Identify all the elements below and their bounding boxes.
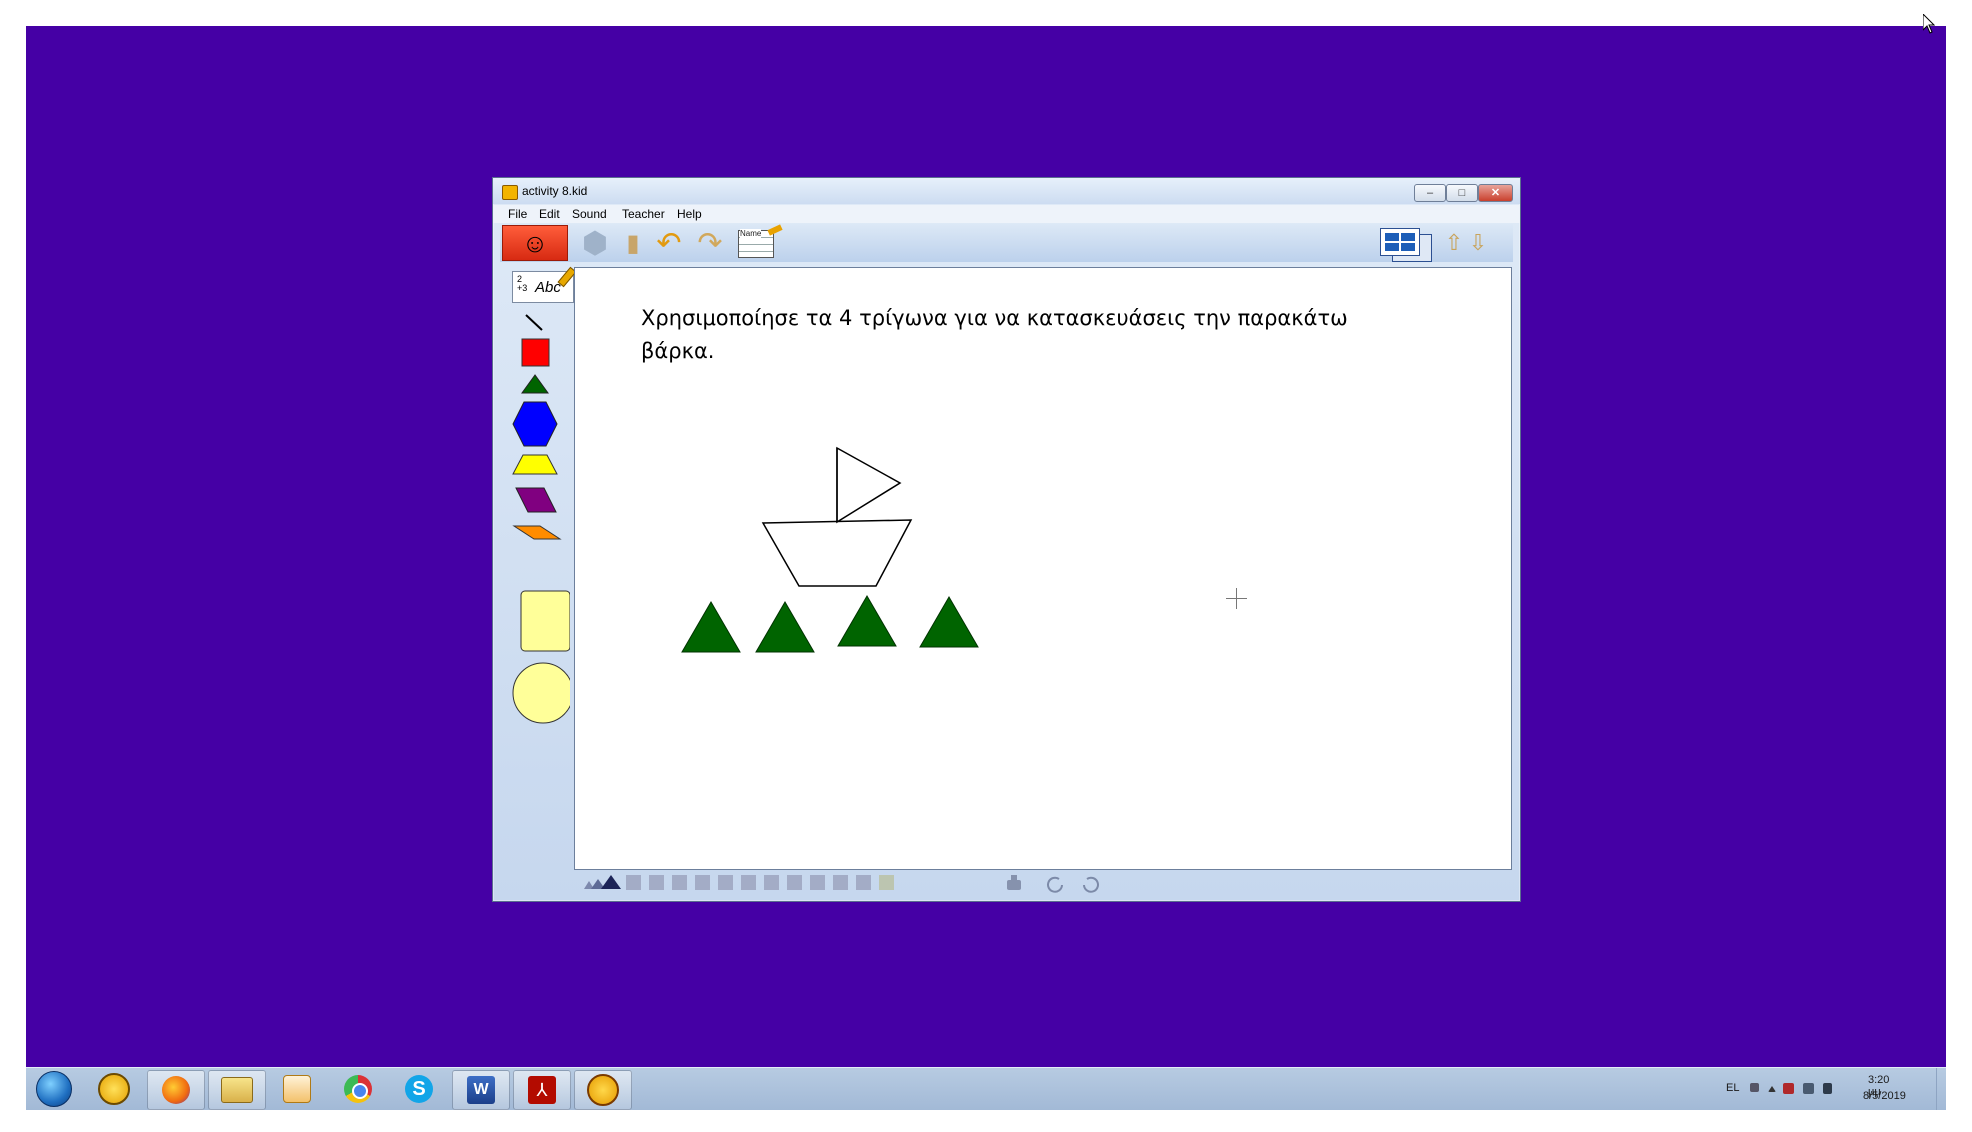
app-icon[interactable] [86, 1070, 142, 1108]
color-swatch[interactable] [856, 875, 871, 890]
color-swatch[interactable] [626, 875, 641, 890]
eraser-icon[interactable]: ▮ [622, 226, 644, 260]
keyboard-icon[interactable] [1750, 1083, 1759, 1092]
boat-hull [761, 519, 913, 587]
minimize-button[interactable]: – [1414, 184, 1446, 202]
show-desktop-button[interactable] [1936, 1068, 1947, 1110]
firefox-icon[interactable] [147, 1070, 205, 1110]
bottom-options [584, 875, 1099, 893]
color-swatch[interactable] [810, 875, 825, 890]
skype-icon[interactable]: S [391, 1070, 447, 1108]
palette-shapes [512, 314, 570, 724]
boat-sail [836, 446, 902, 524]
kid-pix-logo-icon[interactable]: ☺ [502, 225, 568, 261]
pattern-swatch[interactable] [879, 875, 894, 890]
rhombus-shape-tool[interactable] [515, 487, 557, 513]
view-page-front [1380, 228, 1420, 256]
windows-start-icon[interactable] [32, 1070, 76, 1108]
color-swatch[interactable] [718, 875, 733, 890]
hexagon-shape-tool[interactable] [512, 401, 558, 447]
clock-date[interactable]: 8/5/2019 [1863, 1090, 1906, 1102]
rotate-left-icon[interactable] [1083, 876, 1099, 893]
trapezoid-shape-tool[interactable] [512, 454, 558, 475]
toolbar: ☺ ⬢ ▮ ↶ ↷ Name ⇧ ⇩ [500, 224, 1513, 262]
crosshair-cursor-icon [1226, 588, 1247, 609]
show-hidden-icons-icon[interactable] [1768, 1086, 1776, 1092]
line-shape-tool[interactable] [525, 314, 543, 331]
thin-rhombus-shape-tool[interactable] [512, 525, 562, 540]
circle-shape-tool[interactable] [512, 662, 570, 724]
file-explorer-icon[interactable] [208, 1070, 266, 1110]
color-swatch[interactable] [695, 875, 710, 890]
rectangle-shape-tool[interactable] [520, 590, 570, 652]
pencil-icon [767, 224, 783, 236]
antivirus-icon[interactable] [1783, 1083, 1794, 1094]
media-player-icon[interactable] [269, 1070, 325, 1108]
drawing-canvas[interactable]: Χρησιμοποίησε τα 4 τρίγωνα για να κατασκ… [574, 267, 1512, 870]
title-bar[interactable]: activity 8.kid – □ ✕ [493, 178, 1520, 204]
size-large-icon[interactable] [601, 875, 621, 889]
color-swatch[interactable] [764, 875, 779, 890]
color-swatch[interactable] [672, 875, 687, 890]
shape-palette: 2 +3 Abc [500, 262, 577, 878]
triangle-piece[interactable] [755, 601, 815, 653]
menu-bar: File Edit Sound Teacher Help [493, 205, 1520, 223]
window-title: activity 8.kid [522, 184, 588, 198]
desktop[interactable]: activity 8.kid – □ ✕ File Edit Sound Tea… [26, 26, 1946, 1110]
kid-pix-icon[interactable] [574, 1070, 632, 1110]
language-indicator[interactable]: EL [1726, 1082, 1739, 1094]
triangle-piece[interactable] [919, 596, 979, 648]
word-icon[interactable]: W [452, 1070, 510, 1110]
name-card-label: Name [740, 229, 762, 238]
color-swatches [626, 875, 894, 890]
view-toggle-icon[interactable] [1378, 225, 1432, 262]
menu-file[interactable]: File [508, 207, 527, 221]
pieces-icon[interactable]: ⬢ [574, 226, 616, 260]
color-swatch[interactable] [649, 875, 664, 890]
action-center-flag-icon[interactable] [1823, 1083, 1832, 1094]
app-title-icon [502, 185, 518, 200]
arrow-up-icon[interactable]: ⇧ [1444, 226, 1464, 260]
kid-pix-window: activity 8.kid – □ ✕ File Edit Sound Tea… [492, 177, 1521, 902]
stamp-icon[interactable] [1007, 875, 1021, 890]
rotate-right-icon[interactable] [1047, 876, 1063, 893]
bottom-options-strip [574, 875, 1510, 899]
menu-sound[interactable]: Sound [572, 207, 607, 221]
menu-teacher[interactable]: Teacher [622, 207, 665, 221]
triangle-shape-tool[interactable] [521, 374, 549, 394]
square-shape-tool[interactable] [521, 338, 550, 367]
name-card-icon[interactable]: Name [732, 224, 783, 260]
close-button[interactable]: ✕ [1478, 184, 1513, 202]
color-swatch[interactable] [741, 875, 756, 890]
word-letter: W [467, 1076, 495, 1104]
color-swatch[interactable] [833, 875, 848, 890]
menu-help[interactable]: Help [677, 207, 702, 221]
menu-edit[interactable]: Edit [539, 207, 560, 221]
acrobat-icon[interactable]: ⅄ [513, 1070, 571, 1110]
undo-icon[interactable]: ↶ [651, 226, 687, 260]
arrow-down-icon[interactable]: ⇩ [1468, 226, 1488, 260]
boat-outline [761, 446, 913, 587]
maximize-button[interactable]: □ [1446, 184, 1478, 202]
canvas-scene [681, 446, 979, 653]
network-icon[interactable] [1803, 1083, 1814, 1094]
triangle-piece[interactable] [837, 595, 897, 647]
redo-icon[interactable]: ↷ [692, 226, 728, 260]
skype-letter: S [405, 1075, 433, 1103]
chrome-icon[interactable] [330, 1070, 386, 1108]
triangle-piece[interactable] [681, 601, 741, 653]
color-swatch[interactable] [787, 875, 802, 890]
mouse-pointer-icon [1923, 14, 1935, 34]
triangle-pieces [681, 595, 979, 653]
taskbar: S W ⅄ EL 3:20 μμ 8/5/2019 [26, 1067, 1946, 1110]
